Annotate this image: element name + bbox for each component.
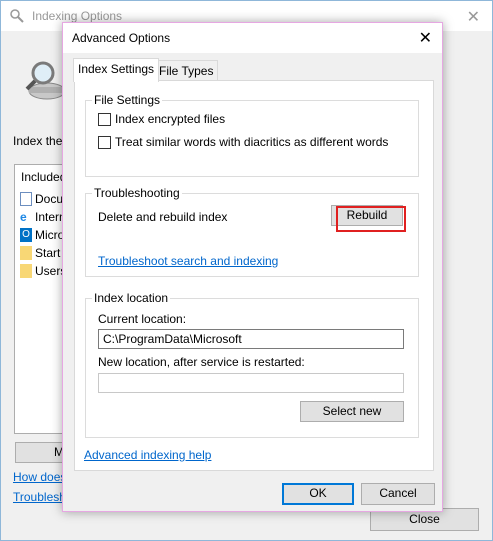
highlight-box (336, 206, 406, 232)
folder-icon (20, 246, 32, 260)
internet-explorer-icon: e (20, 210, 27, 224)
dialog-title: Advanced Options (72, 31, 171, 45)
document-icon (20, 192, 32, 206)
window-title: Indexing Options (32, 9, 123, 23)
checkbox-label: Index encrypted files (115, 112, 226, 126)
group-title: Troubleshooting (92, 186, 182, 200)
current-location-field[interactable]: C:\ProgramData\Microsoft (98, 329, 404, 349)
troubleshooting-group: Troubleshooting Delete and rebuild index… (85, 186, 419, 277)
group-title: File Settings (92, 93, 163, 107)
index-settings-panel: File Settings Index encrypted files Trea… (74, 80, 434, 471)
list-item[interactable]: Users (20, 262, 66, 280)
tab-index-settings[interactable]: Index Settings (73, 58, 160, 82)
delete-rebuild-label: Delete and rebuild index (98, 210, 228, 224)
checkbox-box[interactable] (98, 112, 111, 126)
indexing-options-icon (10, 9, 24, 23)
close-icon[interactable]: ✕ (419, 28, 432, 48)
cancel-button[interactable]: Cancel (361, 483, 435, 505)
file-settings-group: File Settings Index encrypted files Trea… (85, 93, 419, 177)
advanced-options-dialog: Advanced Options ✕ Index Settings File T… (62, 22, 443, 512)
new-location-field[interactable] (98, 373, 404, 393)
ok-button[interactable]: OK (282, 483, 354, 505)
tab-file-types[interactable]: File Types (154, 60, 219, 82)
index-encrypted-checkbox[interactable]: Index encrypted files (98, 112, 225, 126)
group-title: Index location (92, 291, 171, 305)
checkbox-box[interactable] (98, 135, 111, 149)
outlook-icon: O (20, 228, 32, 242)
select-new-button[interactable]: Select new (300, 401, 404, 422)
index-location-group: Index location Current location: C:\Prog… (85, 291, 419, 438)
close-icon[interactable]: ✕ (467, 7, 480, 27)
troubleshoot-search-link[interactable]: Troubleshoot search and indexing (98, 254, 278, 268)
folder-icon (20, 264, 32, 278)
current-location-label: Current location: (98, 312, 187, 326)
dialog-titlebar: Advanced Options ✕ (63, 23, 442, 53)
new-location-label: New location, after service is restarted… (98, 355, 305, 369)
diacritics-checkbox[interactable]: Treat similar words with diacritics as d… (98, 135, 388, 149)
checkbox-label: Treat similar words with diacritics as d… (115, 135, 389, 149)
advanced-indexing-help-link[interactable]: Advanced indexing help (84, 448, 211, 462)
